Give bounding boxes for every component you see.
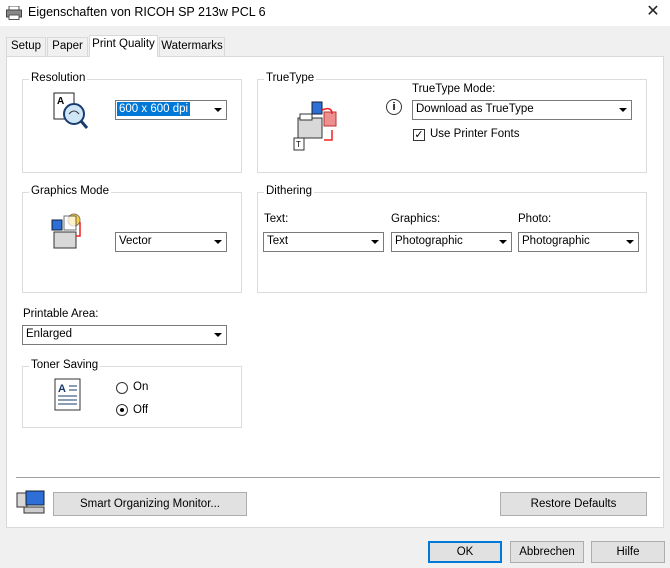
graphics-mode-value: Vector (119, 235, 152, 247)
dithering-graphics-label: Graphics: (391, 213, 441, 225)
resolution-legend: Resolution (29, 72, 88, 84)
printer-icon (6, 6, 22, 20)
cancel-button[interactable]: Abbrechen (510, 541, 584, 563)
graphics-mode-select[interactable]: Vector (115, 232, 227, 252)
dithering-text-label: Text: (264, 213, 289, 225)
dithering-text-value: Text (267, 235, 289, 247)
chevron-down-icon[interactable] (210, 327, 225, 343)
ok-button[interactable]: OK (428, 541, 502, 563)
toner-saving-legend: Toner Saving (29, 359, 101, 371)
toner-saving-off-label[interactable]: Off (133, 404, 148, 416)
svg-text:T: T (296, 140, 301, 149)
chevron-down-icon[interactable] (495, 234, 510, 250)
toner-page-icon: A (54, 378, 81, 411)
truetype-printer-icon: T (293, 101, 337, 151)
chevron-down-icon[interactable] (210, 102, 225, 118)
printable-area-label: Printable Area: (23, 308, 99, 320)
tab-print-quality[interactable]: Print Quality (89, 35, 158, 57)
tab-watermarks[interactable]: Watermarks (159, 37, 225, 56)
svg-text:A: A (58, 383, 66, 395)
printable-area-select[interactable]: Enlarged (22, 325, 227, 345)
dithering-photo-select[interactable]: Photographic (518, 232, 639, 252)
truetype-mode-label: TrueType Mode: (412, 83, 496, 95)
dithering-photo-label: Photo: (518, 213, 552, 225)
resolution-select[interactable]: 600 x 600 dpi (115, 100, 227, 120)
toner-saving-off-radio[interactable] (116, 404, 128, 416)
dithering-text-select[interactable]: Text (263, 232, 384, 252)
restore-defaults-button[interactable]: Restore Defaults (500, 492, 647, 516)
graphics-printer-icon (51, 213, 81, 249)
use-printer-fonts-checkbox[interactable]: ✓ (413, 129, 425, 141)
dithering-graphics-value: Photographic (395, 235, 463, 247)
dithering-photo-value: Photographic (522, 235, 590, 247)
close-button[interactable]: ✕ (636, 0, 670, 26)
dithering-legend: Dithering (264, 185, 315, 197)
toner-saving-on-radio[interactable] (116, 382, 128, 394)
truetype-legend: TrueType (264, 72, 317, 84)
svg-text:A: A (57, 96, 64, 107)
help-button[interactable]: Hilfe (591, 541, 665, 563)
chevron-down-icon[interactable] (615, 102, 630, 118)
toner-saving-on-label[interactable]: On (133, 381, 148, 393)
truetype-mode-value: Download as TrueType (416, 103, 534, 115)
resolution-select-value: 600 x 600 dpi (117, 102, 191, 116)
use-printer-fonts-label[interactable]: Use Printer Fonts (430, 128, 519, 140)
window-title: Eigenschaften von RICOH SP 213w PCL 6 (28, 5, 266, 19)
dithering-graphics-select[interactable]: Photographic (391, 232, 512, 252)
smart-organizing-monitor-button[interactable]: Smart Organizing Monitor... (53, 492, 247, 516)
separator (16, 477, 660, 478)
graphics-mode-legend: Graphics Mode (29, 185, 111, 197)
printable-area-value: Enlarged (26, 328, 73, 340)
tab-setup[interactable]: Setup (6, 37, 46, 56)
chevron-down-icon[interactable] (367, 234, 382, 250)
truetype-mode-select[interactable]: Download as TrueType (412, 100, 632, 120)
monitor-computer-icon (16, 490, 45, 514)
chevron-down-icon[interactable] (210, 234, 225, 250)
tab-paper[interactable]: Paper (47, 37, 88, 56)
info-icon: i (386, 99, 402, 115)
magnifier-page-icon: A (53, 92, 89, 129)
chevron-down-icon[interactable] (622, 234, 637, 250)
